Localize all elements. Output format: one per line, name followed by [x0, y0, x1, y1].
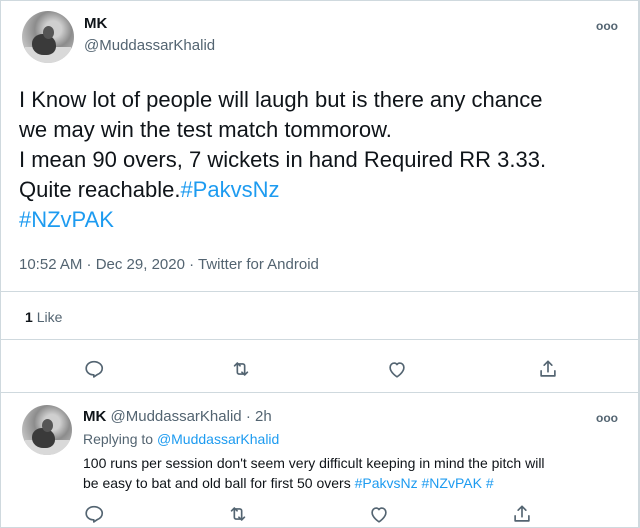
retweet-button[interactable] [230, 358, 252, 380]
avatar[interactable] [22, 405, 72, 455]
heart-icon [389, 362, 405, 378]
reply-button[interactable] [83, 358, 105, 380]
reply-button[interactable] [83, 503, 105, 525]
display-name[interactable]: MK [84, 15, 107, 32]
like-label: Like [36, 309, 63, 325]
tweet-text-line: #NZvPAK [19, 205, 629, 235]
hashtag-link[interactable]: # [486, 475, 494, 491]
tweet-text-line: we may win the test match tommorow. [19, 117, 392, 142]
retweet-icon [230, 507, 246, 521]
retweet-icon [233, 362, 249, 376]
user-handle[interactable]: @MuddassarKhalid [111, 408, 242, 425]
tweet-thread: MK @MuddassarKhalid ooo I Know lot of pe… [0, 0, 640, 528]
like-count: 1 [25, 309, 33, 325]
avatar[interactable] [22, 11, 74, 63]
user-handle[interactable]: @MuddassarKhalid [84, 37, 215, 54]
hashtag-link[interactable]: #PakvsNz #NZvPAK [355, 475, 482, 491]
replying-to: Replying to @MuddassarKhalid [83, 431, 279, 447]
share-icon [514, 505, 530, 522]
retweet-button[interactable] [227, 503, 249, 525]
reply-icon [85, 505, 104, 523]
reply-header: MK @MuddassarKhalid · 2h [83, 408, 272, 425]
heart-icon [371, 507, 387, 523]
share-icon [540, 360, 556, 377]
hashtag-link[interactable]: #PakvsNz [180, 177, 279, 202]
like-button[interactable] [368, 503, 390, 525]
tweet-text-line: I mean 90 overs, 7 wickets in hand Requi… [19, 147, 547, 172]
more-horizontal-icon[interactable]: ooo [596, 19, 618, 33]
reply-time[interactable]: · 2h [246, 408, 272, 425]
tweet-text: I Know lot of people will laugh but is t… [19, 85, 629, 235]
mention-link[interactable]: @MuddassarKhalid [157, 431, 279, 447]
like-count-link[interactable]: 1 Like [25, 309, 62, 325]
reply-text-segment: be easy to bat and old ball for first 50… [83, 475, 351, 491]
reply-text-line: 100 runs per session don't seem very dif… [83, 455, 545, 471]
reply-text: 100 runs per session don't seem very dif… [83, 453, 623, 493]
divider [1, 392, 638, 393]
share-button[interactable] [511, 503, 533, 525]
share-button[interactable] [537, 358, 559, 380]
tweet-text-segment: Quite reachable. [19, 177, 181, 202]
reply-icon [85, 360, 104, 378]
replying-to-label: Replying to [83, 431, 154, 447]
tweet-text-line: Quite reachable.#PakvsNz [19, 175, 629, 205]
display-name[interactable]: MK [83, 408, 106, 425]
divider [1, 339, 638, 340]
divider [1, 291, 638, 292]
hashtag-link[interactable]: #NZvPAK [19, 207, 114, 232]
tweet-timestamp[interactable]: 10:52 AM · Dec 29, 2020 · Twitter for An… [19, 256, 319, 273]
reply-text-line: be easy to bat and old ball for first 50… [83, 473, 623, 493]
tweet-text-line: I Know lot of people will laugh but is t… [19, 87, 543, 112]
more-horizontal-icon[interactable]: ooo [596, 411, 618, 425]
like-button[interactable] [386, 358, 408, 380]
